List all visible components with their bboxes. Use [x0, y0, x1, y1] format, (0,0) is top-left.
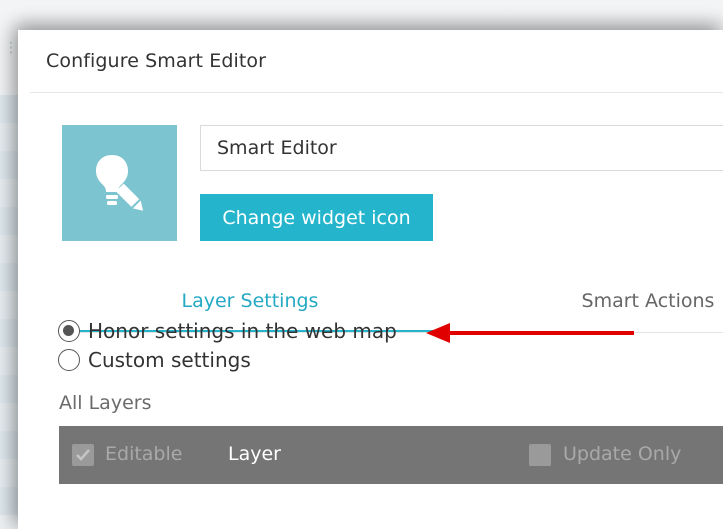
title-divider: [30, 92, 723, 93]
radio-custom-settings[interactable]: Custom settings: [58, 346, 251, 374]
red-arrow-annotation-icon: [426, 323, 634, 343]
radio-button-checked[interactable]: [58, 320, 80, 342]
radio-honor-web-map[interactable]: Honor settings in the web map: [58, 317, 397, 345]
editable-all-checkbox[interactable]: [72, 444, 94, 466]
lightbulb-pencil-icon: [96, 155, 144, 211]
column-header-layer: Layer: [228, 443, 281, 465]
change-widget-icon-button[interactable]: Change widget icon: [200, 194, 433, 241]
checkmark-icon: [76, 449, 90, 461]
column-header-update-only: Update Only: [563, 443, 682, 465]
update-only-all-checkbox[interactable]: [529, 444, 551, 466]
widget-icon-tile: [62, 125, 177, 241]
radio-button-unchecked[interactable]: [58, 349, 80, 371]
dialog-title: Configure Smart Editor: [46, 50, 267, 72]
column-header-editable: Editable: [105, 443, 183, 465]
all-layers-label: All Layers: [59, 392, 152, 414]
background-glyph: ⋮: [4, 40, 18, 56]
radio-label-custom: Custom settings: [88, 348, 251, 372]
widget-name-input[interactable]: [200, 125, 723, 171]
layers-table-header: Editable Layer Update Only: [59, 426, 723, 484]
radio-label-honor: Honor settings in the web map: [88, 319, 397, 343]
